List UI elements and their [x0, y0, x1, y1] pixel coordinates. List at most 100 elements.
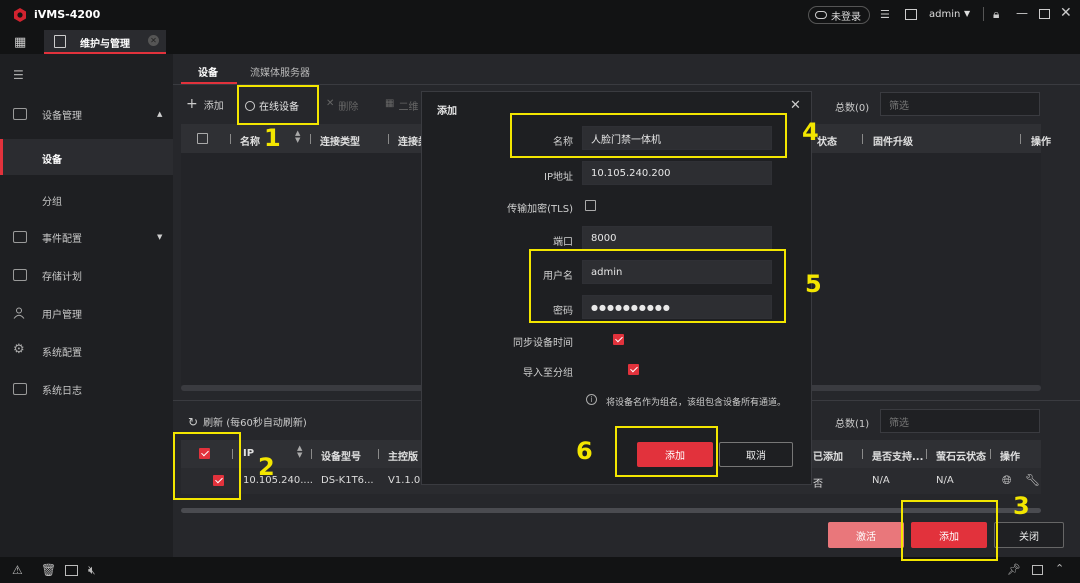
filter-placeholder: 筛选 [889, 100, 909, 112]
dialog-close-icon[interactable]: ✕ [790, 98, 801, 113]
login-status-label: 未登录 [831, 11, 861, 23]
plus-icon: + [186, 96, 198, 112]
col-header-support[interactable]: 是否支持... [872, 448, 923, 463]
maximize-icon[interactable] [1039, 9, 1050, 19]
col-divider [926, 449, 927, 459]
app-title: iVMS-4200 [34, 8, 101, 21]
refresh-button[interactable]: ↻ 刷新 (每60秒自动刷新) [188, 414, 307, 430]
col-header-ezviz[interactable]: 萤石云状态 [936, 448, 986, 463]
activate-button[interactable]: 激活 [828, 522, 904, 548]
col-header-ip[interactable]: IP [243, 448, 254, 459]
ip-label: IP地址 [544, 172, 573, 183]
col-divider [230, 134, 231, 144]
row-added: 否 [813, 479, 823, 490]
col-divider [1020, 134, 1021, 144]
annotation-box-5 [529, 249, 786, 323]
subtab-device[interactable]: 设备 [181, 60, 237, 84]
row-support: N/A [872, 475, 890, 486]
sidebar-label: 分组 [42, 196, 62, 208]
sidebar-item-device-mgmt[interactable]: 设备管理 ▲ [0, 96, 173, 132]
top-select-all-checkbox[interactable] [197, 133, 208, 144]
sidebar-item-system-config[interactable]: ⚙ 系统配置 [0, 333, 173, 369]
row-ip: 10.105.240.... [243, 475, 313, 486]
col-header-firmware[interactable]: 固件升级 [873, 133, 913, 148]
lock-icon[interactable]: 🔒︎ [993, 7, 999, 22]
collapse-up-icon[interactable]: ⌃ [1055, 562, 1064, 575]
tab-bar: ▦ 维护与管理 ✕ [0, 30, 1080, 54]
tab-maintenance[interactable]: 维护与管理 ✕ [44, 30, 166, 54]
delete-icon: ✕ [326, 98, 335, 109]
alarm-icon[interactable]: ⚠ [12, 563, 23, 577]
list-icon[interactable]: ☰ [880, 8, 890, 21]
sidebar-item-group[interactable]: 分组 [0, 182, 173, 218]
annotation-number-4: 4 [802, 118, 819, 146]
add-button[interactable]: + 添加 [186, 96, 224, 112]
mute-icon[interactable]: 🔇︎ [88, 563, 96, 578]
col-header-status[interactable]: 状态 [817, 133, 837, 148]
col-header-name[interactable]: 名称 [240, 133, 260, 148]
col-divider [310, 134, 311, 144]
sidebar: ☰ 设备管理 ▲ 设备 分组 事件配置 ▼ 存储计划 用户管理 ⚙ 系统配置 系… [0, 54, 173, 557]
sort-icon[interactable]: ▲ ▼ [297, 445, 302, 459]
grid-menu-icon[interactable]: ▦ [14, 35, 26, 50]
col-header-model[interactable]: 设备型号 [321, 448, 361, 463]
tab-icon [54, 35, 66, 48]
tls-checkbox[interactable] [585, 200, 596, 211]
qr-label: 二维 [398, 102, 419, 113]
port-field[interactable]: 8000 [582, 226, 772, 250]
sync-time-checkbox[interactable] [613, 334, 625, 345]
close-icon[interactable]: ✕ [1060, 5, 1072, 21]
sidebar-label: 系统日志 [42, 385, 82, 397]
image-icon[interactable] [905, 9, 917, 20]
port-label: 端口 [553, 237, 573, 248]
annotation-box-6 [615, 426, 718, 477]
image-icon[interactable] [65, 565, 78, 576]
col-header-conn-type[interactable]: 连接类型 [320, 133, 360, 148]
hamburger-icon[interactable]: ☰ [13, 68, 24, 82]
bottom-filter-input[interactable]: 筛选 [880, 409, 1040, 433]
sidebar-item-user-mgmt[interactable]: 用户管理 [0, 295, 173, 331]
col-header-ops: 操作 [1000, 452, 1020, 463]
col-divider [388, 134, 389, 144]
qr-button[interactable]: ▦ 二维 [385, 98, 418, 113]
wrench-icon[interactable]: 🔧︎ [1025, 473, 1040, 487]
storage-plan-icon [13, 269, 27, 281]
sync-time-label: 同步设备时间 [513, 338, 573, 349]
user-name[interactable]: admin [929, 9, 960, 20]
dialog-cancel-button[interactable]: 取消 [719, 442, 793, 467]
window-icon[interactable] [1032, 565, 1043, 575]
trash-icon[interactable]: 🗑︎ [41, 563, 56, 577]
top-filter-input[interactable]: 筛选 [880, 92, 1040, 116]
sidebar-item-device[interactable]: 设备 [0, 139, 173, 175]
sidebar-label: 事件配置 [42, 233, 82, 245]
ip-value: 10.105.240.200 [591, 167, 671, 179]
delete-button[interactable]: ✕ 删除 [326, 98, 358, 113]
refresh-label: 刷新 (每60秒自动刷新) [203, 418, 307, 429]
col-header-added[interactable]: 已添加 [813, 448, 843, 463]
cloud-icon [815, 11, 827, 19]
import-group-checkbox[interactable] [627, 364, 639, 375]
event-config-icon [13, 231, 27, 243]
sidebar-label: 设备 [42, 155, 62, 166]
sidebar-item-system-log[interactable]: 系统日志 [0, 371, 173, 407]
tls-label: 传输加密(TLS) [507, 204, 573, 215]
subtab-stream-server[interactable]: 流媒体服务器 [250, 64, 310, 79]
sidebar-item-storage-plan[interactable]: 存储计划 [0, 257, 173, 293]
sidebar-item-event-config[interactable]: 事件配置 ▼ [0, 219, 173, 255]
ip-field[interactable]: 10.105.240.200 [582, 161, 772, 185]
sidebar-label: 设备管理 [42, 110, 82, 122]
minimize-icon[interactable]: — [1016, 6, 1028, 20]
annotation-box-2 [173, 432, 241, 500]
subtab-label: 设备 [198, 68, 218, 79]
row-model: DS-K1T6... [321, 475, 374, 486]
user-dropdown-icon[interactable]: ▼ [964, 9, 970, 18]
close-button[interactable]: 关闭 [994, 522, 1064, 548]
sort-icon[interactable]: ▲ ▼ [295, 130, 300, 144]
globe-icon[interactable]: 🌐︎ [1002, 473, 1012, 488]
col-divider [990, 449, 991, 459]
login-status-button[interactable]: 未登录 [808, 6, 870, 24]
col-header-main-ver[interactable]: 主控版 [388, 448, 418, 463]
hint-text: 将设备名作为组名，该组包含设备所有通道。 [606, 398, 787, 408]
pin-icon[interactable]: 📌︎ [1007, 563, 1021, 576]
tab-close-icon[interactable]: ✕ [148, 35, 159, 46]
